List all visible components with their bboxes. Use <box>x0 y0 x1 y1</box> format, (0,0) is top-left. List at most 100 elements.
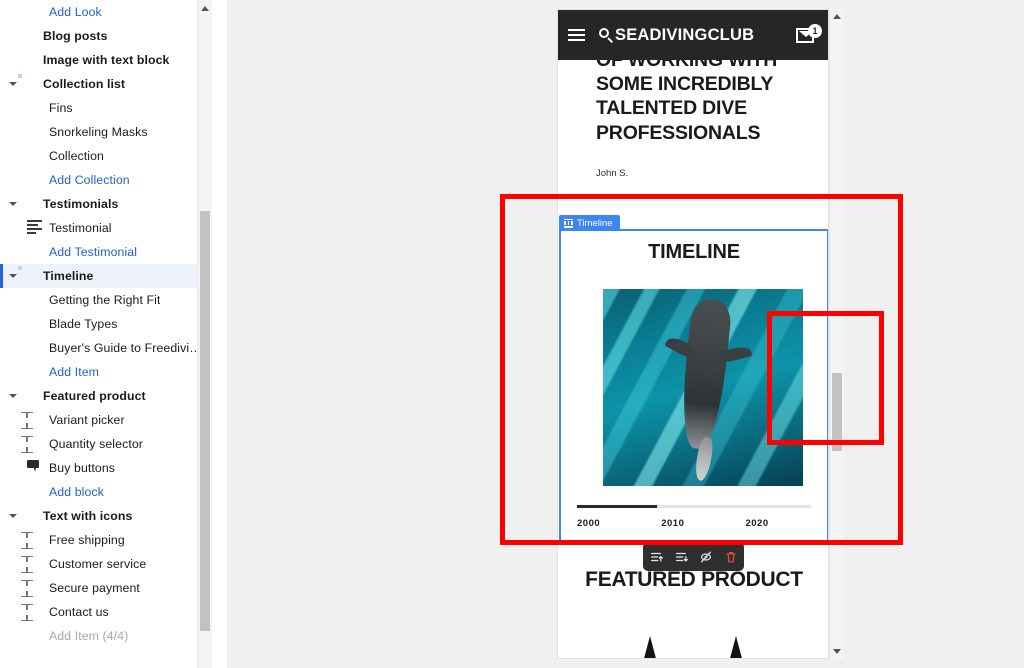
sidebar-item-secure-payment[interactable]: Secure payment <box>0 576 212 600</box>
preview-scroll-up-icon[interactable] <box>833 14 841 19</box>
cart-icon[interactable]: 1 <box>796 24 822 46</box>
cart-count-badge: 1 <box>808 24 822 38</box>
delete-icon[interactable] <box>721 547 741 567</box>
block-placeholder-icon <box>21 412 42 429</box>
sidebar-item-add-collection[interactable]: Add Collection <box>0 168 212 192</box>
whale-shark-image <box>603 289 803 486</box>
sidebar-item-label: Timeline <box>43 269 94 283</box>
preview-scroll-down-icon[interactable] <box>833 649 841 654</box>
sidebar-item-add-look[interactable]: Add Look <box>0 0 212 24</box>
timeline-section[interactable]: Timeline TIMELINE 2000 2010 2020 <box>559 215 828 542</box>
store-header[interactable]: SEADIVINGCLUB 1 <box>558 10 828 60</box>
sidebar-item-label: Add Item <box>49 365 100 379</box>
section-action-toolbar[interactable] <box>643 542 744 571</box>
sidebar-item-blade-types[interactable]: Blade Types <box>0 312 212 336</box>
move-up-icon[interactable] <box>646 547 666 567</box>
sidebar-item-label: Buyer's Guide to Freediving ... <box>49 341 206 355</box>
text-with-icons-icon <box>20 508 36 524</box>
featured-product-images <box>558 636 828 658</box>
testimonial-block[interactable]: OF WORKING WITH SOME INCREDIBLY TALENTED… <box>558 48 828 179</box>
sidebar-item-free-shipping[interactable]: Free shipping <box>0 528 212 552</box>
sidebar-item-label: Fins <box>49 101 73 115</box>
buyers-guide-thumb-icon <box>26 340 42 356</box>
sidebar-item-label: Contact us <box>49 605 109 619</box>
preview-scrollbar-thumb[interactable] <box>832 373 842 451</box>
sidebar-item-collection-list[interactable]: Collection list <box>0 72 212 96</box>
move-down-icon[interactable] <box>671 547 691 567</box>
chevron-down-icon[interactable] <box>6 192 20 216</box>
sidebar-item-quantity-selector[interactable]: Quantity selector <box>0 432 212 456</box>
sidebar-item-variant-picker[interactable]: Variant picker <box>0 408 212 432</box>
chevron-down-icon[interactable] <box>6 384 20 408</box>
sidebar-item-fins[interactable]: Fins <box>0 96 212 120</box>
preview-scrollbar[interactable] <box>829 9 844 659</box>
chevron-down-icon[interactable] <box>6 504 20 528</box>
plus-circle-icon <box>26 244 42 260</box>
chevron-down-icon[interactable] <box>6 264 20 288</box>
sidebar-item-testimonials[interactable]: Testimonials <box>0 192 212 216</box>
testimonial-heading: OF WORKING WITH SOME INCREDIBLY TALENTED… <box>596 49 778 144</box>
chevron-down-icon[interactable] <box>6 72 20 96</box>
hamburger-icon[interactable] <box>568 28 585 42</box>
sidebar-item-label: Add block <box>49 485 104 499</box>
plus-circle-icon <box>26 4 42 20</box>
sidebar-item-customer-service[interactable]: Customer service <box>0 552 212 576</box>
testimonial-icon <box>26 220 42 236</box>
sidebar-scroll-up-icon[interactable] <box>201 6 209 11</box>
sidebar-item-text-with-icons[interactable]: Text with icons <box>0 504 212 528</box>
sidebar-scrollbar-thumb[interactable] <box>200 211 210 631</box>
sidebar-item-buy-buttons[interactable]: Buy buttons <box>0 456 212 480</box>
sidebar-item-label: Text with icons <box>43 509 133 523</box>
sidebar-item-label: Free shipping <box>49 533 125 547</box>
sidebar-item-testimonial[interactable]: Testimonial <box>0 216 212 240</box>
sidebar-item-label: Customer service <box>49 557 147 571</box>
sidebar-item-label: Add Collection <box>49 173 130 187</box>
image-with-text-icon <box>20 52 36 68</box>
preview-canvas: SEADIVINGCLUB 1 OF WORKING WITH SOME INC… <box>227 0 1024 668</box>
product-fin-image <box>638 636 662 658</box>
sidebar-item-label: Snorkeling Masks <box>49 125 148 139</box>
sidebar-item-label: Add Item (4/4) <box>49 629 129 643</box>
sidebar-item-getting-the-right-fit[interactable]: Getting the Right Fit <box>0 288 212 312</box>
sidebar-item-label: Collection <box>49 149 104 163</box>
theme-editor-sidebar[interactable]: Add Look Blog posts Image with text block C… <box>0 0 212 668</box>
timeline-progress-track[interactable] <box>577 505 811 508</box>
sidebar-item-buyer-s-guide-to-freediving[interactable]: Buyer's Guide to Freediving ... <box>0 336 212 360</box>
timeline-section-tab[interactable]: Timeline <box>559 215 620 231</box>
sidebar-item-timeline[interactable]: Timeline <box>0 264 212 288</box>
testimonials-icon <box>20 196 36 212</box>
sidebar-item-image-with-text-block[interactable]: Image with text block <box>0 48 212 72</box>
sidebar-scrollbar[interactable] <box>197 0 212 668</box>
sidebar-item-contact-us[interactable]: Contact us <box>0 600 212 624</box>
sidebar-item-collection[interactable]: Collection <box>0 144 212 168</box>
sidebar-item-label: Getting the Right Fit <box>49 293 161 307</box>
buy-buttons-icon <box>26 460 42 476</box>
sidebar-item-label: Testimonials <box>43 197 119 211</box>
block-placeholder-icon <box>21 532 42 549</box>
sidebar-item-label: Add Look <box>49 5 102 19</box>
blade-types-thumb-icon <box>26 316 42 332</box>
block-placeholder-icon <box>21 436 42 453</box>
blog-posts-icon <box>20 28 36 44</box>
section-grid-icon <box>564 218 573 228</box>
timeline-progress-fill <box>577 505 657 508</box>
screenshot-root: Add Look Blog posts Image with text block C… <box>0 0 1024 668</box>
hide-icon[interactable] <box>696 547 716 567</box>
timeline-year-labels: 2000 2010 2020 <box>577 518 811 532</box>
store-brand-title: SEADIVINGCLUB <box>615 25 755 44</box>
sidebar-item-blog-posts[interactable]: Blog posts <box>0 24 212 48</box>
sidebar-item-label: Blog posts <box>43 29 108 43</box>
sidebar-item-label: Featured product <box>43 389 146 403</box>
featured-product-block[interactable]: FEATURED PRODUCT <box>558 568 828 658</box>
section-list[interactable]: Add Look Blog posts Image with text block C… <box>0 0 212 648</box>
sidebar-item-label: Collection list <box>43 77 126 91</box>
sidebar-item-snorkeling-masks[interactable]: Snorkeling Masks <box>0 120 212 144</box>
sidebar-item-add-block[interactable]: Add block <box>0 480 212 504</box>
sidebar-item-featured-product[interactable]: Featured product <box>0 384 212 408</box>
sidebar-item-add-item[interactable]: Add Item <box>0 360 212 384</box>
search-icon[interactable] <box>599 27 614 44</box>
sidebar-item-add-testimonial[interactable]: Add Testimonial <box>0 240 212 264</box>
testimonial-author: John S. <box>596 167 629 179</box>
sidebar-item-add-item-4-4[interactable]: Add Item (4/4) <box>0 624 212 648</box>
sidebar-item-label: Quantity selector <box>49 437 143 451</box>
